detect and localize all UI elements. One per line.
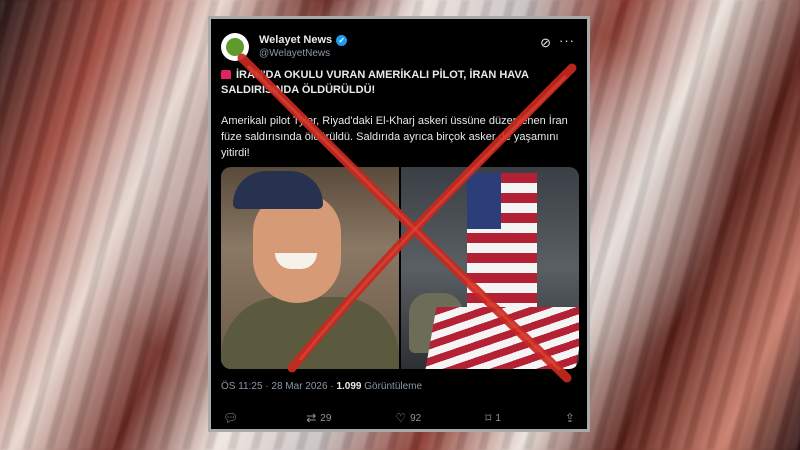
bookmark-count: 1 [495, 412, 501, 424]
like-button[interactable]: ♡ 92 [395, 411, 421, 425]
siren-icon [221, 70, 231, 79]
account-handle[interactable]: @WelayetNews [259, 48, 347, 59]
share-icon: ⇪ [564, 411, 575, 425]
action-bar: 💬︎ ⇄ 29 ♡ 92 ⌑ 1 ⇪ [223, 411, 575, 425]
tweet-card: Welayet News ✓ @WelayetNews ⊘ ··· İRAN'D… [208, 16, 590, 432]
heart-icon: ♡ [395, 411, 407, 425]
tweet-media[interactable] [221, 167, 579, 369]
retweet-icon: ⇄ [306, 411, 317, 425]
verified-badge-icon: ✓ [336, 34, 348, 46]
more-icon[interactable]: ··· [559, 33, 575, 48]
grok-icon[interactable]: ⊘ [540, 35, 551, 51]
tweet-body: Amerikalı pilot Tyler, Riyad'daki El-Kha… [221, 115, 568, 159]
like-count: 92 [410, 412, 422, 424]
account-name[interactable]: Welayet News [259, 34, 332, 46]
tweet-header: Welayet News ✓ @WelayetNews ⊘ ··· [221, 33, 577, 65]
retweet-count: 29 [320, 412, 332, 424]
tweet-meta: ÖS 11:25 · 28 Mar 2026 · 1.099 Görüntüle… [221, 381, 422, 392]
retweet-button[interactable]: ⇄ 29 [306, 411, 331, 425]
reply-button[interactable]: 💬︎ [223, 411, 242, 425]
share-button[interactable]: ⇪ [565, 411, 575, 425]
pilot-photo[interactable] [221, 167, 399, 369]
bookmark-button[interactable]: ⌑ 1 [485, 411, 501, 425]
tweet-headline: İRAN'DA OKULU VURAN AMERİKALI PİLOT, İRA… [221, 68, 573, 98]
bookmark-icon: ⌑ [485, 411, 492, 425]
avatar[interactable] [221, 33, 249, 61]
timestamp[interactable]: ÖS 11:25 · 28 Mar 2026 · [221, 381, 334, 392]
views-count: 1.099 [336, 381, 362, 392]
views-label: Görüntüleme [364, 381, 423, 392]
headline-text: İRAN'DA OKULU VURAN AMERİKALI PİLOT, İRA… [221, 69, 529, 96]
account-info: Welayet News ✓ @WelayetNews [259, 34, 348, 59]
avatar-logo [226, 38, 244, 56]
flag-coffin-photo[interactable] [401, 167, 579, 369]
reply-icon: 💬︎ [223, 411, 239, 425]
